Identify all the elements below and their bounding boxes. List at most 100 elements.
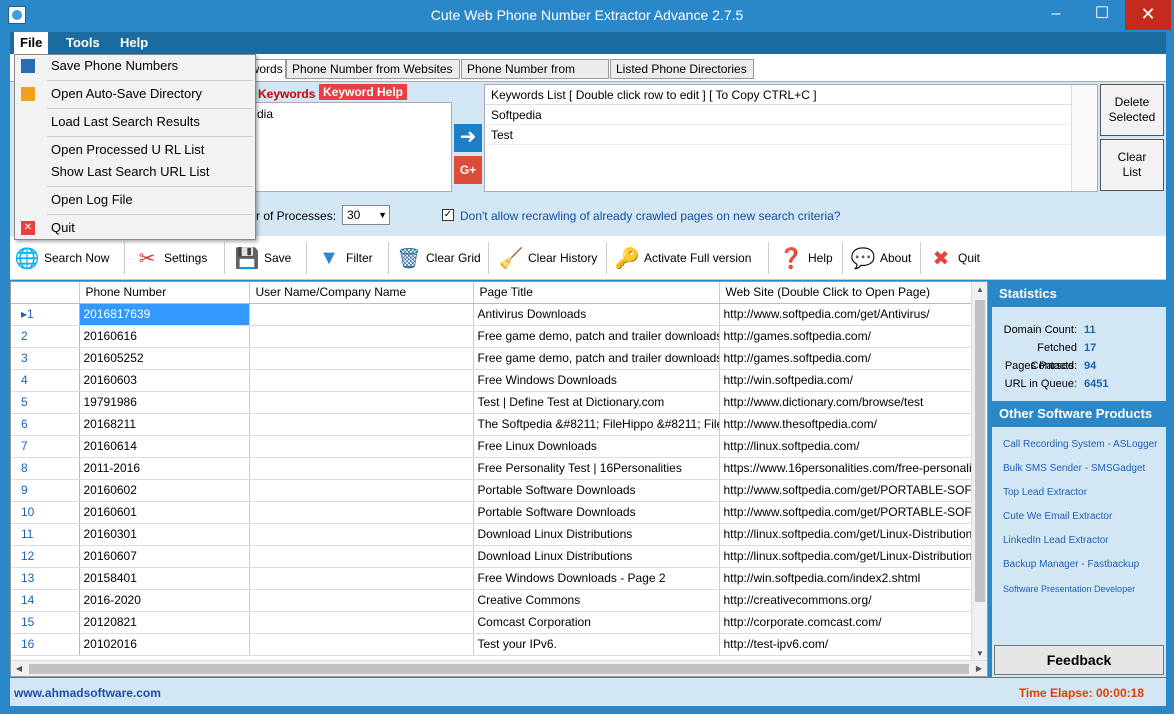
company-name-cell[interactable] — [249, 369, 474, 392]
website-cell[interactable]: http://test-ipv6.com/ — [719, 633, 974, 656]
quit-button[interactable]: ✖ Quit — [928, 242, 980, 274]
tab-keywords[interactable]: Keywords — [254, 59, 286, 79]
page-title-cell[interactable]: Download Linux Distributions — [473, 545, 720, 568]
col-rownum[interactable] — [11, 282, 80, 304]
phone-number-cell[interactable]: 20120821 — [79, 611, 250, 634]
table-row[interactable]: 16 20102016 Test your IPv6. http://test-ipv… — [11, 633, 974, 656]
website-cell[interactable]: http://games.softpedia.com/ — [719, 347, 974, 370]
col-company-name[interactable]: User Name/Company Name — [249, 282, 474, 304]
product-link[interactable]: Top Lead Extractor — [992, 481, 1166, 505]
menu-tools[interactable]: Tools — [60, 32, 106, 54]
row-number[interactable]: 8 — [11, 457, 80, 480]
scroll-right-icon[interactable]: ▶ — [971, 661, 987, 676]
page-title-cell[interactable]: Antivirus Downloads — [473, 303, 720, 326]
company-name-cell[interactable] — [249, 479, 474, 502]
search-now-button[interactable]: 🌐 Search Now — [14, 242, 110, 274]
phone-number-cell[interactable]: 20102016 — [79, 633, 250, 656]
feedback-button[interactable]: Feedback — [994, 645, 1164, 675]
company-name-cell[interactable] — [249, 545, 474, 568]
company-name-cell[interactable] — [249, 633, 474, 656]
table-row[interactable]: 12 20160607 Download Linux Distributions ht… — [11, 545, 974, 568]
processes-select[interactable]: 30 ▼ — [342, 205, 390, 225]
table-row[interactable]: 15 20120821 Comcast Corporation http://corp… — [11, 611, 974, 634]
page-title-cell[interactable]: Creative Commons — [473, 589, 720, 612]
product-link[interactable]: Call Recording System - ASLogger — [992, 433, 1166, 457]
phone-number-cell[interactable]: 20158401 — [79, 567, 250, 590]
website-cell[interactable]: http://corporate.comcast.com/ — [719, 611, 974, 634]
row-number[interactable]: 5 — [11, 391, 80, 414]
phone-number-cell[interactable]: 20160616 — [79, 325, 250, 348]
save-button[interactable]: 💾 Save — [234, 242, 292, 274]
recrawl-checkbox[interactable]: ✓ — [442, 209, 454, 221]
table-row[interactable]: 5 19791986 Test | Define Test at Dictionar… — [11, 391, 974, 414]
page-title-cell[interactable]: Comcast Corporation — [473, 611, 720, 634]
keyword-row[interactable]: Test — [485, 125, 1097, 145]
row-number[interactable]: 11 — [11, 523, 80, 546]
company-name-cell[interactable] — [249, 457, 474, 480]
website-cell[interactable]: https://www.16personalities.com/free-per… — [719, 457, 974, 480]
table-row[interactable]: 6 20168211 The Softpedia &#8211; FileHippo… — [11, 413, 974, 436]
table-row[interactable]: 14 2016-2020 Creative Commons http://creati… — [11, 589, 974, 612]
website-cell[interactable]: http://win.softpedia.com/ — [719, 369, 974, 392]
row-number[interactable]: 13 — [11, 567, 80, 590]
product-link[interactable]: Backup Manager - Fastbackup — [992, 553, 1166, 577]
row-number[interactable]: 2 — [11, 325, 80, 348]
clear-grid-button[interactable]: 🗑 Clear Grid — [396, 242, 480, 274]
company-name-cell[interactable] — [249, 391, 474, 414]
page-title-cell[interactable]: The Softpedia &#8211; FileHippo &#8211; … — [473, 413, 720, 436]
page-title-cell[interactable]: Free game demo, patch and trailer downlo… — [473, 347, 720, 370]
row-number[interactable]: 9 — [11, 479, 80, 502]
website-cell[interactable]: http://linux.softpedia.com/get/Linux-Dis… — [719, 523, 974, 546]
table-row[interactable]: 13 20158401 Free Windows Downloads - Page … — [11, 567, 974, 590]
menu-open-log-file[interactable]: Open Log File — [15, 189, 255, 211]
table-row[interactable]: ▸1 2016817639 Antivirus Downloads http://ww… — [11, 303, 974, 326]
settings-button[interactable]: ✂ Settings — [134, 242, 208, 274]
phone-number-cell[interactable]: 20160301 — [79, 523, 250, 546]
table-row[interactable]: 3 201605252 Free game demo, patch and trai… — [11, 347, 974, 370]
website-cell[interactable]: http://win.softpedia.com/index2.shtml — [719, 567, 974, 590]
menu-load-last-results[interactable]: Load Last Search Results — [15, 111, 255, 133]
phone-number-cell[interactable]: 20160603 — [79, 369, 250, 392]
phone-number-cell[interactable]: 2016-2020 — [79, 589, 250, 612]
table-row[interactable]: 8 2011-2016 Free Personality Test | 16Pers… — [11, 457, 974, 480]
product-link[interactable]: Bulk SMS Sender - SMSGadget — [992, 457, 1166, 481]
row-number[interactable]: 7 — [11, 435, 80, 458]
clear-history-button[interactable]: 🧹 Clear History — [498, 242, 598, 274]
row-number[interactable]: 4 — [11, 369, 80, 392]
page-title-cell[interactable]: Free game demo, patch and trailer downlo… — [473, 325, 720, 348]
table-row[interactable]: 2 20160616 Free game demo, patch and trail… — [11, 325, 974, 348]
row-number[interactable]: 3 — [11, 347, 80, 370]
table-row[interactable]: 11 20160301 Download Linux Distributions ht… — [11, 523, 974, 546]
website-cell[interactable]: http://www.dictionary.com/browse/test — [719, 391, 974, 414]
website-cell[interactable]: http://www.softpedia.com/get/PORTABLE-SO… — [719, 479, 974, 502]
company-name-cell[interactable] — [249, 501, 474, 524]
delete-selected-button[interactable]: Delete Selected — [1100, 84, 1164, 136]
grid-horizontal-scrollbar[interactable]: ◀ ▶ — [11, 660, 987, 676]
menu-open-processed-url-list[interactable]: Open Processed U RL List — [15, 139, 255, 161]
website-cell[interactable]: http://creativecommons.org/ — [719, 589, 974, 612]
scroll-thumb[interactable] — [29, 664, 969, 674]
scroll-left-icon[interactable]: ◀ — [11, 661, 27, 676]
maximize-button[interactable]: ☐ — [1079, 0, 1125, 30]
company-name-cell[interactable] — [249, 325, 474, 348]
table-row[interactable]: 7 20160614 Free Linux Downloads http://linu… — [11, 435, 974, 458]
website-cell[interactable]: http://www.softpedia.com/get/PORTABLE-SO… — [719, 501, 974, 524]
company-name-cell[interactable] — [249, 347, 474, 370]
results-grid[interactable]: Phone Number User Name/Company Name Page… — [10, 281, 988, 677]
menu-show-last-url-list[interactable]: Show Last Search URL List — [15, 161, 255, 183]
page-title-cell[interactable]: Portable Software Downloads — [473, 501, 720, 524]
close-button[interactable]: ✕ — [1125, 0, 1171, 30]
company-name-cell[interactable] — [249, 303, 474, 326]
col-page-title[interactable]: Page Title — [473, 282, 720, 304]
col-website[interactable]: Web Site (Double Click to Open Page) — [719, 282, 974, 304]
menu-help[interactable]: Help — [114, 32, 154, 54]
filter-button[interactable]: ▼ Filter — [316, 242, 373, 274]
company-name-cell[interactable] — [249, 567, 474, 590]
scroll-thumb[interactable] — [975, 300, 985, 602]
phone-number-cell[interactable]: 20168211 — [79, 413, 250, 436]
website-cell[interactable]: http://linux.softpedia.com/ — [719, 435, 974, 458]
row-number[interactable]: 16 — [11, 633, 80, 656]
keywords-list[interactable]: Keywords List [ Double click row to edit… — [484, 84, 1098, 192]
keyword-row[interactable]: Softpedia — [485, 105, 1097, 125]
minimize-button[interactable]: – — [1033, 0, 1079, 30]
